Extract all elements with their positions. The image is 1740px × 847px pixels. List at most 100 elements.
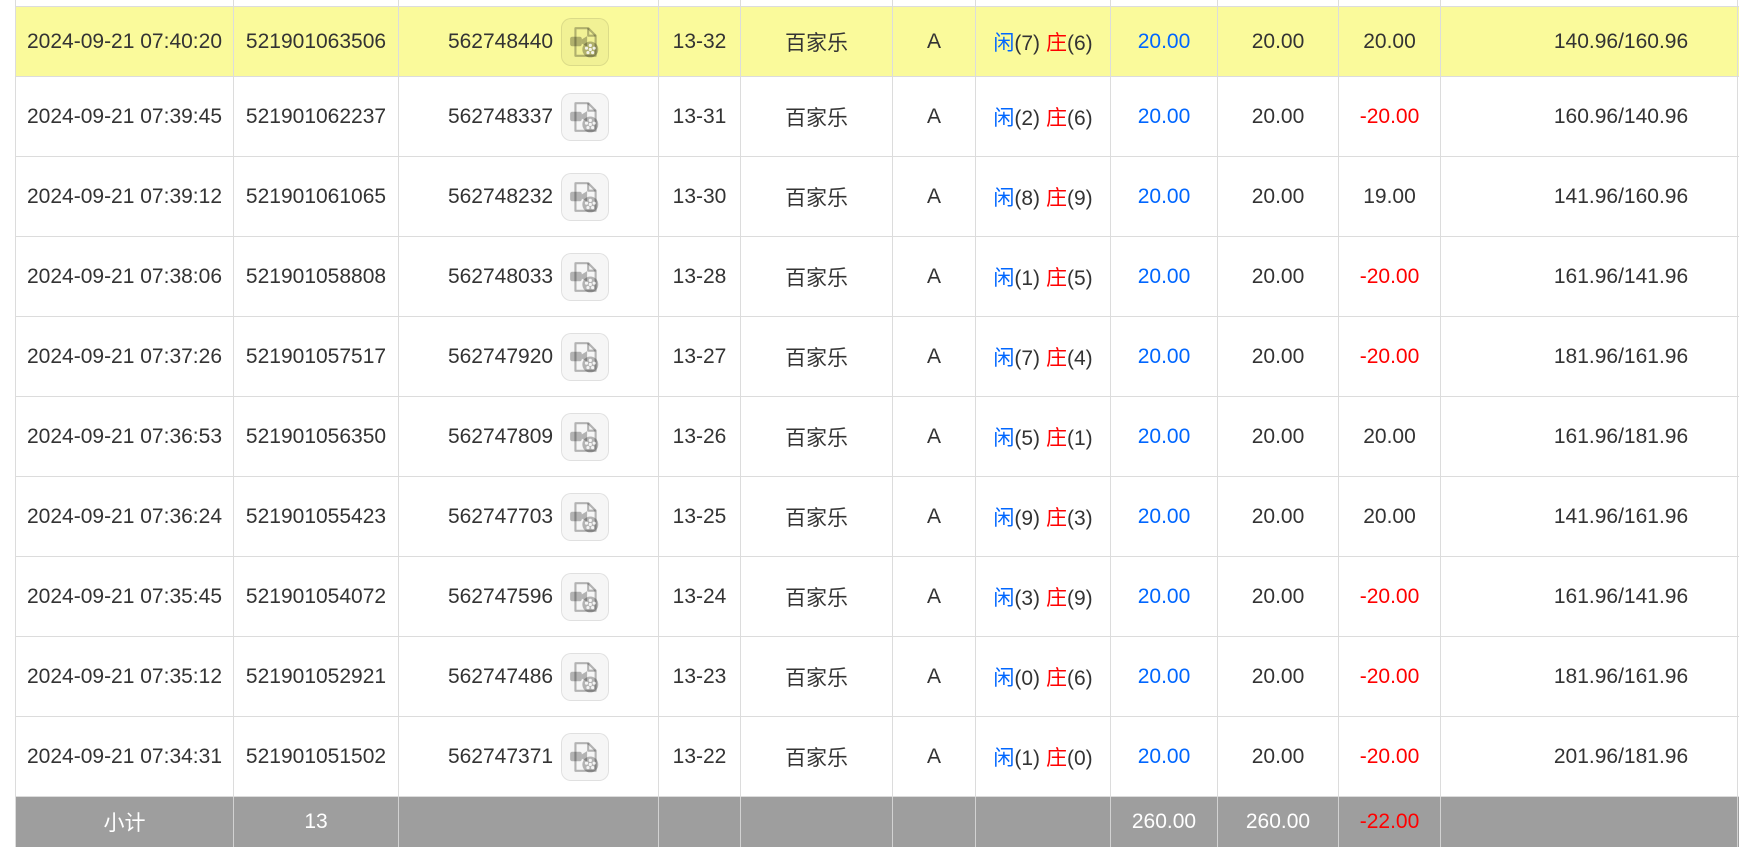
table-row[interactable]: 2024-09-21 07:38:06 521901058808 5627480… — [16, 237, 1739, 317]
cell-win-loss: 19.00 — [1339, 157, 1441, 236]
cell-game-number: 562747596 — [399, 557, 659, 636]
cell-win-loss: 20.00 — [1339, 7, 1441, 76]
cell-game-number: 562748232 — [399, 157, 659, 236]
cell-game-result: 闲(2) 庄(6) — [976, 77, 1111, 156]
table-row[interactable]: 2024-09-21 07:35:45 521901054072 5627475… — [16, 557, 1739, 637]
cell-bet-time: 2024-09-21 07:38:06 — [16, 237, 234, 316]
cell-bet-time: 2024-09-21 07:34:31 — [16, 717, 234, 796]
cell-round-number: 13-32 — [659, 7, 741, 76]
table-row[interactable]: 2024-09-21 07:39:45 521901062237 5627483… — [16, 77, 1739, 157]
result-banker: 庄(5) — [1046, 262, 1093, 292]
cell-win-loss: -20.00 — [1339, 77, 1441, 156]
cell-game-type: 百家乐 — [741, 397, 893, 476]
cell-bet-time: 2024-09-21 07:35:12 — [16, 637, 234, 716]
result-banker: 庄(9) — [1046, 582, 1093, 612]
video-replay-icon — [568, 500, 602, 534]
summary-empty-result — [976, 797, 1111, 847]
video-replay-icon — [568, 25, 602, 59]
cell-game-type: 百家乐 — [741, 477, 893, 556]
cell-order-number: 521901052921 — [234, 637, 399, 716]
table-row[interactable]: 2024-09-21 07:36:53 521901056350 5627478… — [16, 397, 1739, 477]
cell-bet-amount[interactable]: 20.00 — [1111, 7, 1218, 76]
cell-order-number: 521901056350 — [234, 397, 399, 476]
cell-game-result: 闲(7) 庄(6) — [976, 7, 1111, 76]
cell-valid-bet: 20.00 — [1218, 157, 1339, 236]
page-root: { "colors": { "highlight_row": "#fafa9b"… — [0, 0, 1740, 834]
cell-round-number: 13-23 — [659, 637, 741, 716]
cell-valid-bet: 20.00 — [1218, 77, 1339, 156]
table-row[interactable]: 2024-09-21 07:35:12 521901052921 5627474… — [16, 637, 1739, 717]
cell-bet-amount[interactable]: 20.00 — [1111, 397, 1218, 476]
cell-bet-amount[interactable]: 20.00 — [1111, 77, 1218, 156]
cell-bet-time: 2024-09-21 07:36:24 — [16, 477, 234, 556]
game-number-text: 562747596 — [448, 585, 553, 609]
table-row[interactable]: 2024-09-21 07:36:24 521901055423 5627477… — [16, 477, 1739, 557]
table-row[interactable]: 2024-09-21 07:34:31 521901051502 5627473… — [16, 717, 1739, 797]
cell-bet-amount[interactable]: 20.00 — [1111, 637, 1218, 716]
cell-round-number: 13-26 — [659, 397, 741, 476]
cell-valid-bet: 20.00 — [1218, 717, 1339, 796]
cell-bet-amount[interactable]: 20.00 — [1111, 477, 1218, 556]
cell-bet-time: 2024-09-21 07:37:26 — [16, 317, 234, 396]
game-number-text: 562747703 — [448, 505, 553, 529]
cell-bet-time: 2024-09-21 07:40:20 — [16, 7, 234, 76]
cell-win-loss: -20.00 — [1339, 237, 1441, 316]
cell-balance: 141.96/160.96 — [1441, 157, 1738, 236]
result-banker: 庄(0) — [1046, 742, 1093, 772]
cell-bet-amount[interactable]: 20.00 — [1111, 157, 1218, 236]
cell-game-number: 562747920 — [399, 317, 659, 396]
result-player: 闲(3) — [993, 582, 1040, 612]
cell-round-number: 13-27 — [659, 317, 741, 396]
summary-empty-game — [399, 797, 659, 847]
game-number-text: 562748440 — [448, 30, 553, 54]
cell-game-result: 闲(1) 庄(0) — [976, 717, 1111, 796]
cell-balance: 161.96/141.96 — [1441, 557, 1738, 636]
video-replay-button[interactable] — [561, 93, 609, 141]
video-replay-icon — [568, 260, 602, 294]
video-replay-button[interactable] — [561, 493, 609, 541]
summary-label: 小计 — [16, 797, 234, 847]
cell-game-result: 闲(8) 庄(9) — [976, 157, 1111, 236]
cell-bet-amount[interactable]: 20.00 — [1111, 317, 1218, 396]
video-replay-button[interactable] — [561, 333, 609, 381]
result-player: 闲(5) — [993, 422, 1040, 452]
table-row[interactable]: 2024-09-21 07:37:26 521901057517 5627479… — [16, 317, 1739, 397]
video-replay-button[interactable] — [561, 573, 609, 621]
cell-table-id: A — [893, 477, 976, 556]
cell-win-loss: -20.00 — [1339, 637, 1441, 716]
cell-bet-amount[interactable]: 20.00 — [1111, 237, 1218, 316]
table-row[interactable]: 2024-09-21 07:39:12 521901061065 5627482… — [16, 157, 1739, 237]
cell-valid-bet: 20.00 — [1218, 317, 1339, 396]
result-player: 闲(1) — [993, 262, 1040, 292]
summary-empty-type — [741, 797, 893, 847]
cell-balance: 140.96/160.96 — [1441, 7, 1738, 76]
cell-table-id: A — [893, 317, 976, 396]
cell-balance: 181.96/161.96 — [1441, 317, 1738, 396]
video-replay-button[interactable] — [561, 413, 609, 461]
video-replay-button[interactable] — [561, 653, 609, 701]
cell-game-number: 562747809 — [399, 397, 659, 476]
video-replay-button[interactable] — [561, 253, 609, 301]
summary-empty-balance — [1441, 797, 1738, 847]
cell-table-id: A — [893, 637, 976, 716]
cell-order-number: 521901051502 — [234, 717, 399, 796]
cell-bet-amount[interactable]: 20.00 — [1111, 557, 1218, 636]
cell-win-loss: 20.00 — [1339, 397, 1441, 476]
result-player: 闲(0) — [993, 662, 1040, 692]
video-replay-icon — [568, 420, 602, 454]
video-replay-button[interactable] — [561, 733, 609, 781]
cell-balance: 141.96/161.96 — [1441, 477, 1738, 556]
table-row[interactable]: 2024-09-21 07:40:20 521901063506 5627484… — [16, 7, 1739, 77]
video-replay-button[interactable] — [561, 173, 609, 221]
video-replay-button[interactable] — [561, 18, 609, 66]
cell-bet-amount[interactable]: 20.00 — [1111, 717, 1218, 796]
cell-valid-bet: 20.00 — [1218, 237, 1339, 316]
cell-table-id: A — [893, 157, 976, 236]
cell-game-result: 闲(0) 庄(6) — [976, 637, 1111, 716]
result-player: 闲(7) — [993, 27, 1040, 57]
summary-bet-count: 13 — [234, 797, 399, 847]
result-player: 闲(8) — [993, 182, 1040, 212]
result-banker: 庄(9) — [1046, 182, 1093, 212]
cell-order-number: 521901063506 — [234, 7, 399, 76]
cell-round-number: 13-24 — [659, 557, 741, 636]
